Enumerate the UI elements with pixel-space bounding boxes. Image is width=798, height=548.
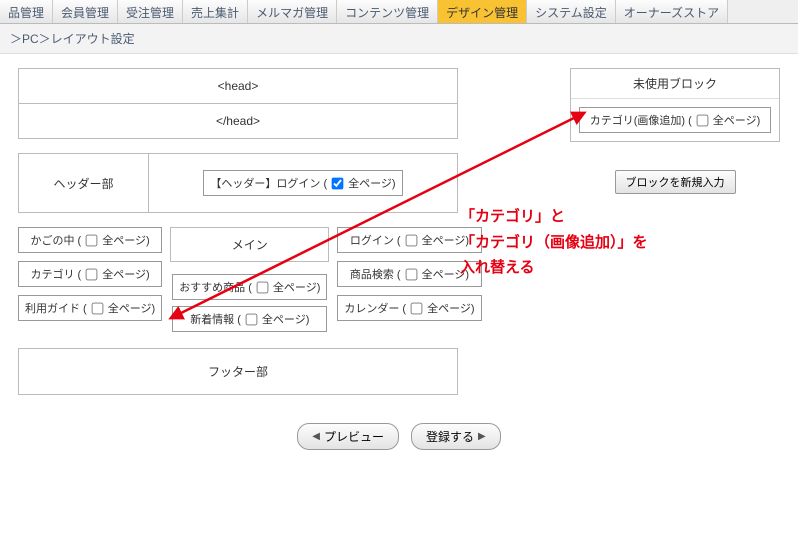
main-label: メイン [170, 227, 329, 262]
columns-area: かごの中 ( 全ページ) カテゴリ ( 全ページ) 利用ガイド ( 全ページ) … [18, 227, 458, 334]
block-news[interactable]: 新着情報 ( 全ページ) [172, 306, 327, 332]
unused-panel: 未使用ブロック カテゴリ(画像追加) ( 全ページ) [570, 68, 780, 142]
top-tabs: 品管理 会員管理 受注管理 売上集計 メルマガ管理 コンテンツ管理 デザイン管理… [0, 0, 798, 24]
chevron-right-icon: ▶ [478, 431, 486, 442]
tab-owners[interactable]: オーナーズストア [616, 0, 728, 23]
block-category-image[interactable]: カテゴリ(画像追加) ( 全ページ) [579, 107, 771, 133]
block-category[interactable]: カテゴリ ( 全ページ) [18, 261, 162, 287]
block-text-post: 全ページ) [348, 175, 395, 191]
head-section: <head> [18, 68, 458, 104]
head-close: </head> [19, 104, 457, 138]
block-guide[interactable]: 利用ガイド ( 全ページ) [18, 295, 162, 321]
tab-sales[interactable]: 売上集計 [183, 0, 248, 23]
chevron-left-icon: ◀ [312, 431, 320, 442]
allpages-checkbox[interactable] [257, 281, 269, 293]
allpages-checkbox[interactable] [411, 302, 423, 314]
tab-system[interactable]: システム設定 [527, 0, 616, 23]
tab-contents[interactable]: コンテンツ管理 [337, 0, 438, 23]
breadcrumb: ＞PC＞レイアウト設定 [0, 24, 798, 54]
footer-section: フッター部 [18, 348, 458, 395]
block-calendar[interactable]: カレンダー ( 全ページ) [337, 295, 481, 321]
block-recommend[interactable]: おすすめ商品 ( 全ページ) [172, 274, 327, 300]
tab-mailmag[interactable]: メルマガ管理 [248, 0, 337, 23]
head-open: <head> [19, 69, 457, 103]
header-label: ヘッダー部 [19, 154, 149, 212]
allpages-checkbox[interactable] [246, 313, 258, 325]
head-close-section: </head> [18, 104, 458, 139]
allpages-checkbox[interactable] [91, 302, 103, 314]
main-column: メイン おすすめ商品 ( 全ページ) 新着情報 ( 全ページ) [170, 227, 329, 334]
unused-title: 未使用ブロック [571, 69, 779, 99]
allpages-checkbox[interactable] [405, 268, 417, 280]
allpages-checkbox[interactable] [696, 114, 708, 126]
register-button[interactable]: 登録する ▶ [411, 423, 501, 450]
header-section: ヘッダー部 【ヘッダー】ログイン ( 全ページ) [18, 153, 458, 213]
allpages-checkbox[interactable] [86, 234, 98, 246]
left-column: かごの中 ( 全ページ) カテゴリ ( 全ページ) 利用ガイド ( 全ページ) [18, 227, 162, 334]
new-block-button[interactable]: ブロックを新規入力 [615, 170, 736, 194]
action-buttons: ◀ プレビュー 登録する ▶ [18, 423, 780, 450]
tab-orders[interactable]: 受注管理 [118, 0, 183, 23]
tab-products[interactable]: 品管理 [0, 0, 53, 23]
tab-members[interactable]: 会員管理 [53, 0, 118, 23]
tab-design[interactable]: デザイン管理 [438, 0, 527, 23]
allpages-checkbox[interactable] [86, 268, 98, 280]
preview-button[interactable]: ◀ プレビュー [297, 423, 399, 450]
block-text: 【ヘッダー】ログイン ( [210, 175, 327, 191]
allpages-checkbox[interactable] [405, 234, 417, 246]
allpages-checkbox[interactable] [332, 177, 344, 189]
block-cart[interactable]: かごの中 ( 全ページ) [18, 227, 162, 253]
annotation-text: 「カテゴリ」と 「カテゴリ（画像追加）」を 入れ替える [460, 204, 648, 281]
block-header-login[interactable]: 【ヘッダー】ログイン ( 全ページ) [203, 170, 402, 196]
